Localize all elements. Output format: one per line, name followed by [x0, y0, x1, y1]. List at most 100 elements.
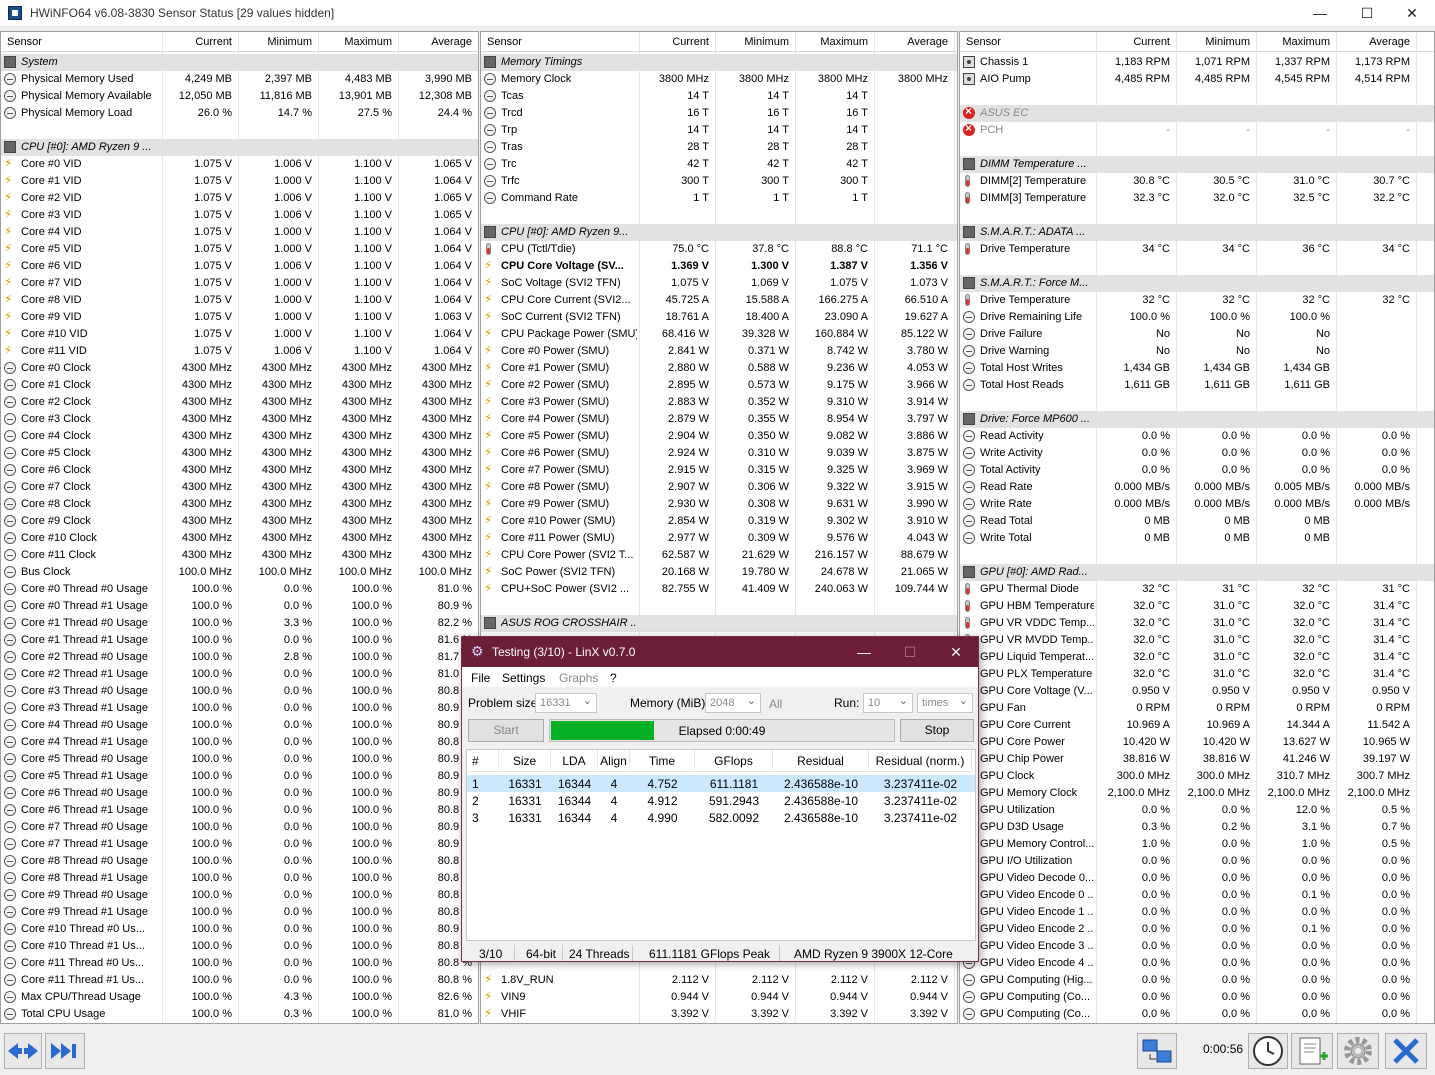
sensor-row[interactable]: GPU Video Encode 0 ... 0.0 % 0.0 % 0.1 % 0.0… — [960, 887, 1434, 904]
sensor-row[interactable]: Core #6 Thread #1 Usage 100.0 % 0.0 % 100.0… — [1, 802, 478, 819]
sensor-row[interactable]: Trc 42 T 42 T 42 T — [481, 156, 957, 173]
sensor-row[interactable]: GPU Video Encode 3 ... 0.0 % 0.0 % 0.0 % 0.0… — [960, 938, 1434, 955]
sensor-row[interactable]: Core #5 VID 1.075 V 1.000 V 1.100 V 1.064 V — [1, 241, 478, 258]
all-option[interactable]: All — [769, 697, 782, 711]
sensor-row[interactable]: GPU HBM Temperature 32.0 °C 31.0 °C 32.0 °C… — [960, 598, 1434, 615]
sensor-row[interactable]: Core #6 VID 1.075 V 1.006 V 1.100 V 1.064 V — [1, 258, 478, 275]
sensor-row[interactable]: GPU I/O Utilization 0.0 % 0.0 % 0.0 % 0.0 % — [960, 853, 1434, 870]
sensor-row[interactable]: Core #3 Thread #0 Usage 100.0 % 0.0 % 100.0… — [1, 683, 478, 700]
close-button[interactable]: ✕ — [1389, 0, 1435, 27]
sensor-row[interactable]: GPU VR MVDD Temp... 32.0 °C 31.0 °C 32.0 °C… — [960, 632, 1434, 649]
results-column-header[interactable]: Size — [499, 750, 551, 772]
sensor-row[interactable]: Read Total 0 MB 0 MB 0 MB — [960, 513, 1434, 530]
menu-settings[interactable]: Settings — [502, 671, 545, 685]
sensor-row[interactable]: Write Activity 0.0 % 0.0 % 0.0 % 0.0 % — [960, 445, 1434, 462]
sensor-row[interactable]: Command Rate 1 T 1 T 1 T — [481, 190, 957, 207]
sensor-row[interactable]: Read Rate 0.000 MB/s 0.000 MB/s 0.005 MB/s 0… — [960, 479, 1434, 496]
sensor-row[interactable]: GPU PLX Temperature 32.0 °C 31.0 °C 32.0 °C… — [960, 666, 1434, 683]
sensor-row[interactable]: Core #1 Power (SMU) 2.880 W 0.588 W 9.236 W… — [481, 360, 957, 377]
sensor-row[interactable]: GPU Video Encode 2 ... 0.0 % 0.0 % 0.1 % 0.0… — [960, 921, 1434, 938]
sensor-row[interactable]: SoC Power (SVI2 TFN) 20.168 W 19.780 W 24.6… — [481, 564, 957, 581]
menu-file[interactable]: File — [471, 671, 490, 685]
sensor-row[interactable]: Drive Remaining Life 100.0 % 100.0 % 100.0 … — [960, 309, 1434, 326]
sensor-row[interactable]: Core #0 Clock 4300 MHz 4300 MHz 4300 MHz 430… — [1, 360, 478, 377]
exit-button[interactable] — [1385, 1033, 1427, 1069]
maximize-button[interactable]: ☐ — [1344, 0, 1390, 27]
column-header-sensor[interactable]: Sensor — [7, 36, 42, 48]
sensor-row[interactable]: VHIF 3.392 V 3.392 V 3.392 V 3.392 V — [481, 1006, 957, 1023]
sensor-row[interactable]: Core #8 Power (SMU) 2.907 W 0.306 W 9.322 W… — [481, 479, 957, 496]
results-column-header[interactable]: Residual — [773, 750, 869, 772]
sensor-row[interactable]: Trcd 16 T 16 T 16 T — [481, 105, 957, 122]
sensor-row[interactable]: Core #4 VID 1.075 V 1.000 V 1.100 V 1.064 V — [1, 224, 478, 241]
sensor-row[interactable]: Core #5 Thread #0 Usage 100.0 % 0.0 % 100.0… — [1, 751, 478, 768]
sensor-row[interactable]: Read Activity 0.0 % 0.0 % 0.0 % 0.0 % — [960, 428, 1434, 445]
sensor-group-row[interactable]: Drive: Force MP600 ... — [960, 411, 1434, 428]
sensor-row[interactable]: CPU Package Power (SMU) 68.416 W 39.328 W 1… — [481, 326, 957, 343]
sensor-group-row[interactable]: System — [1, 54, 478, 71]
problem-size-select[interactable]: 16331 — [535, 693, 597, 713]
results-column-header[interactable]: # — [467, 750, 499, 772]
sensor-row[interactable]: 1.8V_RUN 2.112 V 2.112 V 2.112 V 2.112 V — [481, 972, 957, 989]
sensor-row[interactable]: Core #1 Clock 4300 MHz 4300 MHz 4300 MHz 430… — [1, 377, 478, 394]
sensor-row[interactable]: CPU Core Power (SVI2 T... 62.587 W 21.629 … — [481, 547, 957, 564]
sensor-row[interactable]: GPU D3D Usage 0.3 % 0.2 % 3.1 % 0.7 % — [960, 819, 1434, 836]
sensor-row[interactable]: Core #11 Thread #0 Us... 100.0 % 0.0 % 100.… — [1, 955, 478, 972]
column-header-current[interactable]: Current — [162, 36, 232, 48]
column-header-maximum[interactable]: Maximum — [322, 36, 392, 48]
sensor-row[interactable]: VIN9 0.944 V 0.944 V 0.944 V 0.944 V — [481, 989, 957, 1006]
sensor-row[interactable]: Core #7 Clock 4300 MHz 4300 MHz 4300 MHz 430… — [1, 479, 478, 496]
sensor-row[interactable]: Core #1 Thread #1 Usage 100.0 % 0.0 % 100.0… — [1, 632, 478, 649]
sensor-row[interactable]: GPU Clock 300.0 MHz 300.0 MHz 310.7 MHz 300.… — [960, 768, 1434, 785]
sensor-row[interactable]: SoC Voltage (SVI2 TFN) 1.075 V 1.069 V 1.07… — [481, 275, 957, 292]
sensor-row[interactable]: Core #5 Power (SMU) 2.904 W 0.350 W 9.082 W… — [481, 428, 957, 445]
fast-forward-button[interactable] — [45, 1033, 85, 1069]
sensor-row[interactable]: Core #0 Power (SMU) 2.841 W 0.371 W 8.742 W… — [481, 343, 957, 360]
results-column-header[interactable]: Align — [598, 750, 630, 772]
sensor-row[interactable]: Core #5 Thread #1 Usage 100.0 % 0.0 % 100.0… — [1, 768, 478, 785]
sensor-row[interactable]: Trfc 300 T 300 T 300 T — [481, 173, 957, 190]
sensor-row[interactable]: GPU Video Encode 1 ... 0.0 % 0.0 % 0.0 % 0.0… — [960, 904, 1434, 921]
linx-maximize-button[interactable]: ☐ — [887, 637, 933, 667]
sensor-row[interactable]: Core #7 VID 1.075 V 1.000 V 1.100 V 1.064 V — [1, 275, 478, 292]
menu-graphs[interactable]: Graphs — [559, 671, 598, 685]
sensor-row[interactable]: Core #3 Clock 4300 MHz 4300 MHz 4300 MHz 430… — [1, 411, 478, 428]
column-header-current[interactable]: Current — [639, 36, 709, 48]
column-header-minimum[interactable]: Minimum — [719, 36, 789, 48]
sensor-row[interactable]: Core #3 Thread #1 Usage 100.0 % 0.0 % 100.0… — [1, 700, 478, 717]
sensor-row[interactable]: Core #0 VID 1.075 V 1.006 V 1.100 V 1.065 V — [1, 156, 478, 173]
settings-button[interactable] — [1337, 1033, 1379, 1069]
sensor-row[interactable]: Core #11 VID 1.075 V 1.006 V 1.100 V 1.064 V — [1, 343, 478, 360]
sensor-group-row[interactable]: DIMM Temperature ... — [960, 156, 1434, 173]
sensor-group-row[interactable]: CPU [#0]: AMD Ryzen 9... — [481, 224, 957, 241]
column-header-row[interactable]: Sensor Current Minimum Maximum Average — [960, 32, 1434, 52]
sensor-row[interactable]: Core #11 Clock 4300 MHz 4300 MHz 4300 MHz 43… — [1, 547, 478, 564]
memory-select[interactable]: 2048 — [705, 693, 761, 713]
column-header-maximum[interactable]: Maximum — [798, 36, 868, 48]
network-button[interactable] — [1137, 1033, 1177, 1069]
sensor-row[interactable]: Total Activity 0.0 % 0.0 % 0.0 % 0.0 % — [960, 462, 1434, 479]
sensor-row[interactable]: Core #9 Thread #1 Usage 100.0 % 0.0 % 100.0… — [1, 904, 478, 921]
sensor-row[interactable]: GPU Video Encode 4 ... 0.0 % 0.0 % 0.0 % 0.0… — [960, 955, 1434, 972]
sensor-group-row[interactable]: GPU [#0]: AMD Rad... — [960, 564, 1434, 581]
sensor-row[interactable]: Core #4 Power (SMU) 2.879 W 0.355 W 8.954 W… — [481, 411, 957, 428]
sensor-row[interactable]: SoC Current (SVI2 TFN) 18.761 A 18.400 A 23… — [481, 309, 957, 326]
sensor-row[interactable]: CPU+SoC Power (SVI2 ... 82.755 W 41.409 W 2… — [481, 581, 957, 598]
sensor-row[interactable]: GPU Memory Clock 2,100.0 MHz 2,100.0 MHz 2,… — [960, 785, 1434, 802]
results-row[interactable]: 3 16331 16344 4 4.990 582.0092 2.436588e-10 3.2… — [467, 809, 975, 826]
sensor-row[interactable]: Core #10 Thread #0 Us... 100.0 % 0.0 % 100.… — [1, 921, 478, 938]
column-header-current[interactable]: Current — [1096, 36, 1170, 48]
sensor-row[interactable]: GPU Core Power 10.420 W 10.420 W 13.627 W 10… — [960, 734, 1434, 751]
sensor-row[interactable]: Core #1 VID 1.075 V 1.000 V 1.100 V 1.064 V — [1, 173, 478, 190]
sensor-row[interactable]: Write Rate 0.000 MB/s 0.000 MB/s 0.000 MB/s… — [960, 496, 1434, 513]
sensor-row[interactable]: Core #8 Clock 4300 MHz 4300 MHz 4300 MHz 430… — [1, 496, 478, 513]
sensor-group-row[interactable]: S.M.A.R.T.: Force M... — [960, 275, 1434, 292]
sensor-row[interactable]: Drive Temperature 32 °C 32 °C 32 °C 32 °C — [960, 292, 1434, 309]
sensor-row[interactable]: GPU Core Voltage (V... 0.950 V 0.950 V 0.95… — [960, 683, 1434, 700]
sensor-row[interactable]: Core #11 Power (SMU) 2.977 W 0.309 W 9.576 … — [481, 530, 957, 547]
sensor-row[interactable]: Core #10 Thread #1 Us... 100.0 % 0.0 % 100.… — [1, 938, 478, 955]
results-row[interactable]: 1 16331 16344 4 4.752 611.1181 2.436588e-10 3.2… — [467, 775, 975, 792]
sensor-row[interactable]: Chassis 1 1,183 RPM 1,071 RPM 1,337 RPM 1,17… — [960, 54, 1434, 71]
linx-minimize-button[interactable]: — — [841, 637, 887, 667]
sensor-row[interactable]: Max CPU/Thread Usage 100.0 % 4.3 % 100.0 % 8… — [1, 989, 478, 1006]
